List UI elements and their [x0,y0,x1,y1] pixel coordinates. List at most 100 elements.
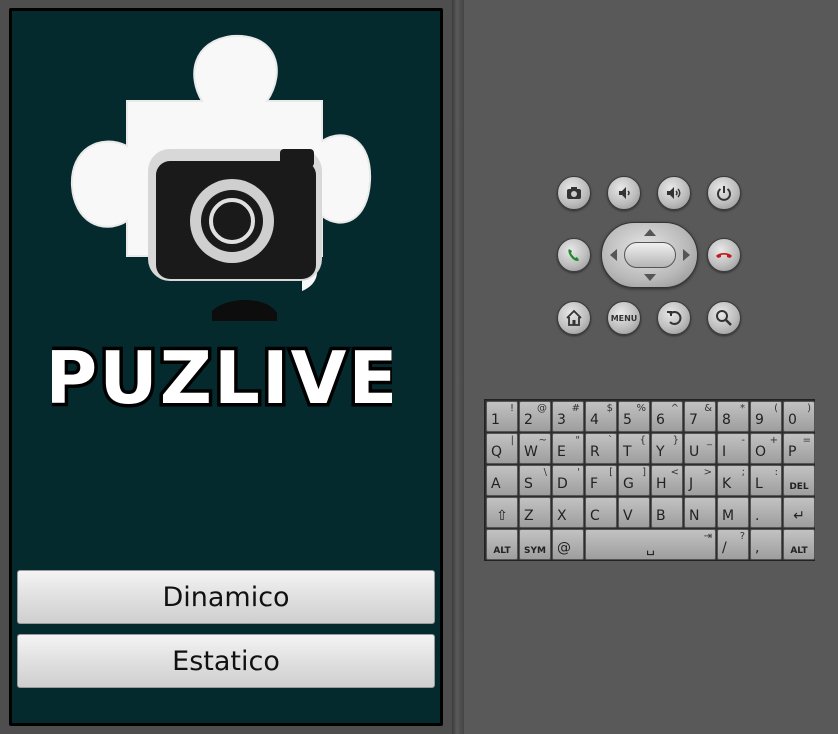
key-t[interactable]: T{ [618,433,650,464]
key-alt-label: = [802,435,811,446]
search-button[interactable] [707,301,741,335]
key-label: 4 [590,412,599,428]
key-3[interactable]: 3 # [552,401,584,432]
power-button[interactable] [707,176,741,210]
key-alt-label: \ [543,467,547,478]
logo-text: PUZLIVE [52,336,392,420]
key-j[interactable]: J > [684,465,716,496]
key-4[interactable]: 4 $ [585,401,617,432]
camera-icon [148,149,322,281]
dpad-left-icon[interactable] [610,249,617,261]
key-u[interactable]: U _ [684,433,716,464]
key-i[interactable]: I- [717,433,749,464]
volume-up-button[interactable] [657,176,691,210]
key-r[interactable]: R ` [585,433,617,464]
key-alt-label: ( [774,403,778,414]
end-call-button[interactable] [707,238,741,272]
key-x[interactable]: X [552,497,584,528]
dpad-center-button[interactable] [624,242,676,268]
home-button[interactable] [557,301,591,335]
back-icon [667,311,682,325]
puzlive-logo: PUZLIVE [52,34,392,421]
key--row4-8[interactable]: . [750,497,782,528]
key-m[interactable]: M [717,497,749,528]
key-alt-label: ^ [670,403,679,414]
key-8[interactable]: 8 * [717,401,749,432]
camera-button[interactable] [557,176,591,210]
dinamico-button[interactable]: Dinamico [17,570,435,624]
key-o[interactable]: O + [750,433,782,464]
key-label: 2 [524,412,533,428]
key-v[interactable]: V [618,497,650,528]
menu-button[interactable]: MENU [607,301,641,335]
key-alt-label: # [571,403,580,414]
key-1[interactable]: 1! [486,401,518,432]
key-label: I [722,444,727,460]
key-label: K [722,476,732,492]
key-del[interactable]: DEL [783,465,815,496]
key--row5-3[interactable]: ␣ ⇥ [585,529,716,560]
key-f[interactable]: F[ [585,465,617,496]
volume-down-button[interactable] [607,176,641,210]
dpad-right-icon[interactable] [683,249,690,261]
key-alt-label: < [670,467,679,478]
key-s[interactable]: S \ [519,465,551,496]
key-5[interactable]: 5% [618,401,650,432]
key-alt[interactable]: ALT [486,529,518,560]
key-k[interactable]: K; [717,465,749,496]
key-label: DEL [789,482,809,492]
key--row5-5[interactable]: , [750,529,782,560]
key--row4-0[interactable]: ⇧ [486,497,518,528]
estatico-button[interactable]: Estatico [17,634,435,688]
key-alt-label: - [741,435,745,446]
key-alt-label: * [740,403,745,414]
key-g[interactable]: G] [618,465,650,496]
back-button[interactable] [657,301,691,335]
dpad[interactable] [601,222,698,288]
key-q[interactable]: Q | [486,433,518,464]
key-alt[interactable]: ALT [783,529,815,560]
key-p[interactable]: P = [783,433,815,464]
key-z[interactable]: Z [519,497,551,528]
key--row5-2[interactable]: @ [552,529,584,560]
key-w[interactable]: W ~ [519,433,551,464]
key-alt-label: + [769,435,778,446]
call-button[interactable] [557,238,591,272]
key-n[interactable]: N [684,497,716,528]
key-label: ⇧ [496,508,508,524]
key-alt-label: ~ [538,435,547,446]
key-9[interactable]: 9( [750,401,782,432]
key-h[interactable]: H < [651,465,683,496]
key-d[interactable]: D ' [552,465,584,496]
key-2[interactable]: 2 @ [519,401,551,432]
key-label: L [755,476,763,492]
key-e[interactable]: E " [552,433,584,464]
key-label: D [557,476,568,492]
key--row4-9[interactable]: ↵ [783,497,815,528]
key-label: E [557,444,566,460]
key-0[interactable]: 0) [783,401,815,432]
key-label: SYM [524,546,546,556]
dpad-down-icon[interactable] [644,274,656,281]
key--row5-4[interactable]: /? [717,529,749,560]
key-label: C [590,508,600,524]
key-sym[interactable]: SYM [519,529,551,560]
key-b[interactable]: B [651,497,683,528]
key-7[interactable]: 7 & [684,401,716,432]
key-label: W [524,444,538,460]
key-y[interactable]: Y} [651,433,683,464]
key-alt-label: [ [609,467,613,478]
key-label: N [689,508,700,524]
key-alt-label: | [510,435,514,446]
dpad-up-icon[interactable] [644,229,656,236]
key-label: 6 [656,412,665,428]
key-a[interactable]: A [486,465,518,496]
power-icon [717,186,731,201]
end-call-icon [716,253,732,258]
key-c[interactable]: C [585,497,617,528]
key-alt-label: % [636,403,646,414]
key-l[interactable]: L: [750,465,782,496]
panel-divider [452,0,464,734]
key-6[interactable]: 6 ^ [651,401,683,432]
search-icon [716,310,732,326]
